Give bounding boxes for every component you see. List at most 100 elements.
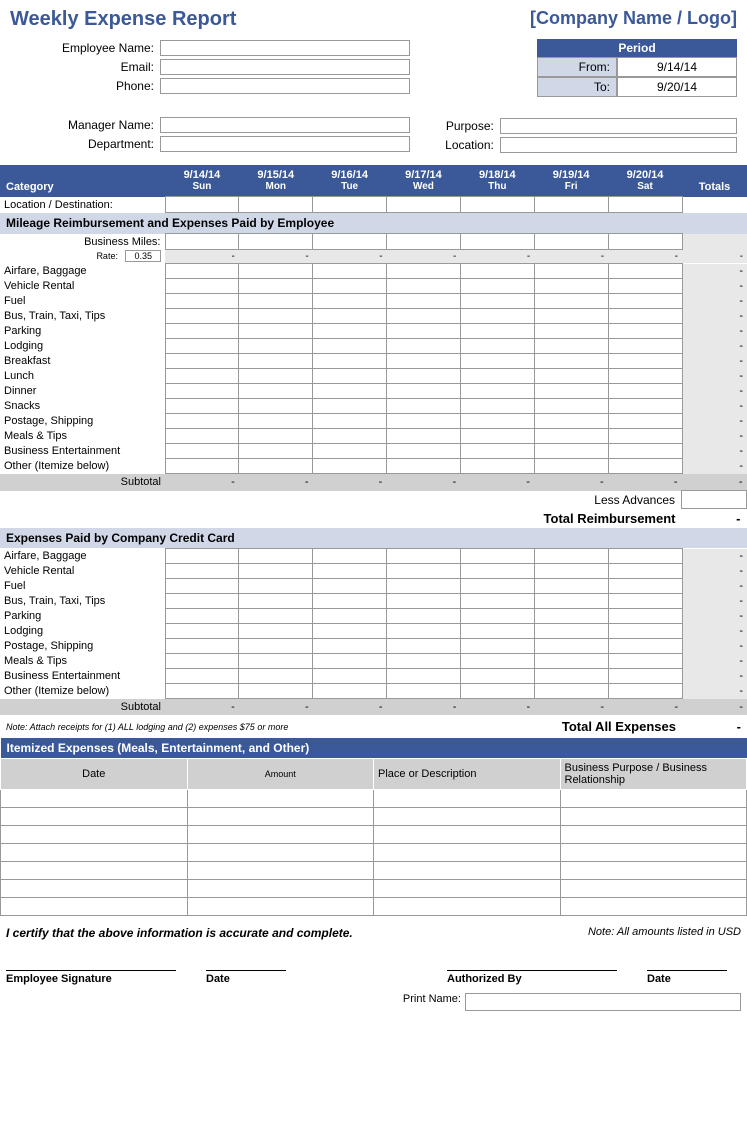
- expense-cell[interactable]: [239, 399, 313, 414]
- expense-cell[interactable]: [387, 564, 461, 579]
- expense-cell[interactable]: [608, 324, 682, 339]
- expense-cell[interactable]: [608, 669, 682, 684]
- expense-cell[interactable]: [387, 354, 461, 369]
- expense-cell[interactable]: [460, 294, 534, 309]
- expense-cell[interactable]: [165, 579, 239, 594]
- expense-cell[interactable]: [313, 264, 387, 279]
- expense-cell[interactable]: [387, 324, 461, 339]
- itemized-row[interactable]: [1, 790, 747, 808]
- expense-cell[interactable]: [387, 684, 461, 699]
- expense-cell[interactable]: [534, 639, 608, 654]
- expense-cell[interactable]: [313, 369, 387, 384]
- expense-cell[interactable]: [165, 624, 239, 639]
- period-from-value[interactable]: 9/14/14: [617, 57, 737, 77]
- expense-cell[interactable]: [608, 444, 682, 459]
- expense-cell[interactable]: [460, 459, 534, 474]
- expense-cell[interactable]: [534, 324, 608, 339]
- expense-cell[interactable]: [239, 609, 313, 624]
- expense-cell[interactable]: [387, 444, 461, 459]
- expense-cell[interactable]: [460, 339, 534, 354]
- email-input[interactable]: [160, 59, 410, 75]
- expense-cell[interactable]: [608, 354, 682, 369]
- expense-cell[interactable]: [239, 339, 313, 354]
- expense-cell[interactable]: [165, 384, 239, 399]
- itemized-row[interactable]: [1, 808, 747, 826]
- expense-cell[interactable]: [165, 354, 239, 369]
- expense-cell[interactable]: [387, 264, 461, 279]
- expense-cell[interactable]: [534, 444, 608, 459]
- expense-cell[interactable]: [608, 594, 682, 609]
- expense-cell[interactable]: [460, 279, 534, 294]
- itemized-row[interactable]: [1, 826, 747, 844]
- expense-cell[interactable]: [387, 339, 461, 354]
- expense-cell[interactable]: [387, 594, 461, 609]
- expense-cell[interactable]: [460, 594, 534, 609]
- expense-cell[interactable]: [165, 429, 239, 444]
- expense-cell[interactable]: [387, 639, 461, 654]
- expense-cell[interactable]: [608, 579, 682, 594]
- expense-cell[interactable]: [387, 429, 461, 444]
- expense-cell[interactable]: [239, 354, 313, 369]
- manager-name-input[interactable]: [160, 117, 410, 133]
- expense-cell[interactable]: [387, 279, 461, 294]
- expense-cell[interactable]: [313, 594, 387, 609]
- expense-cell[interactable]: [165, 339, 239, 354]
- expense-cell[interactable]: [387, 669, 461, 684]
- expense-cell[interactable]: [460, 264, 534, 279]
- expense-cell[interactable]: [608, 414, 682, 429]
- expense-cell[interactable]: [313, 429, 387, 444]
- expense-cell[interactable]: [534, 399, 608, 414]
- expense-cell[interactable]: [460, 579, 534, 594]
- expense-cell[interactable]: [608, 549, 682, 564]
- expense-cell[interactable]: [534, 564, 608, 579]
- expense-cell[interactable]: [313, 639, 387, 654]
- expense-cell[interactable]: [165, 654, 239, 669]
- expense-cell[interactable]: [534, 654, 608, 669]
- expense-cell[interactable]: [387, 384, 461, 399]
- expense-cell[interactable]: [460, 384, 534, 399]
- itemized-row[interactable]: [1, 880, 747, 898]
- expense-cell[interactable]: [534, 414, 608, 429]
- expense-cell[interactable]: [313, 459, 387, 474]
- expense-cell[interactable]: [460, 564, 534, 579]
- expense-cell[interactable]: [313, 669, 387, 684]
- expense-cell[interactable]: [387, 549, 461, 564]
- expense-cell[interactable]: [313, 294, 387, 309]
- expense-cell[interactable]: [460, 669, 534, 684]
- expense-cell[interactable]: [608, 684, 682, 699]
- expense-cell[interactable]: [165, 264, 239, 279]
- expense-cell[interactable]: [534, 294, 608, 309]
- expense-cell[interactable]: [460, 609, 534, 624]
- expense-cell[interactable]: [313, 609, 387, 624]
- expense-cell[interactable]: [534, 264, 608, 279]
- expense-cell[interactable]: [165, 414, 239, 429]
- expense-cell[interactable]: [534, 684, 608, 699]
- expense-cell[interactable]: [239, 429, 313, 444]
- expense-cell[interactable]: [608, 639, 682, 654]
- expense-cell[interactable]: [460, 414, 534, 429]
- expense-cell[interactable]: [239, 324, 313, 339]
- expense-cell[interactable]: [534, 594, 608, 609]
- employee-name-input[interactable]: [160, 40, 410, 56]
- expense-cell[interactable]: [239, 669, 313, 684]
- expense-cell[interactable]: [534, 384, 608, 399]
- expense-cell[interactable]: [608, 654, 682, 669]
- rate-value[interactable]: 0.35: [125, 250, 161, 262]
- expense-cell[interactable]: [534, 369, 608, 384]
- expense-cell[interactable]: [165, 294, 239, 309]
- expense-cell[interactable]: [165, 324, 239, 339]
- itemized-row[interactable]: [1, 898, 747, 916]
- expense-cell[interactable]: [534, 624, 608, 639]
- expense-cell[interactable]: [460, 429, 534, 444]
- period-to-value[interactable]: 9/20/14: [617, 77, 737, 97]
- expense-cell[interactable]: [313, 444, 387, 459]
- expense-cell[interactable]: [608, 399, 682, 414]
- expense-cell[interactable]: [313, 549, 387, 564]
- phone-input[interactable]: [160, 78, 410, 94]
- expense-cell[interactable]: [608, 429, 682, 444]
- itemized-row[interactable]: [1, 844, 747, 862]
- expense-cell[interactable]: [460, 654, 534, 669]
- expense-cell[interactable]: [460, 354, 534, 369]
- expense-cell[interactable]: [387, 609, 461, 624]
- print-name-input[interactable]: [465, 993, 741, 1011]
